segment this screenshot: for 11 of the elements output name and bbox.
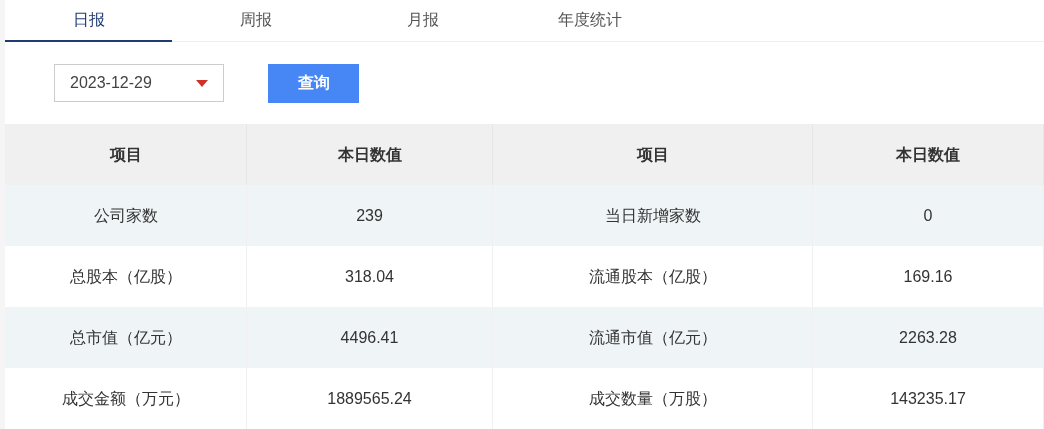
- report-tab[interactable]: 周报: [172, 0, 339, 42]
- table-cell: 143235.17: [813, 368, 1044, 429]
- table-cell: 成交数量（万股）: [493, 368, 813, 429]
- date-value: 2023-12-29: [70, 73, 152, 93]
- report-tab[interactable]: 日报: [5, 0, 172, 42]
- caret-icon: [196, 79, 208, 87]
- report-tab[interactable]: 年度统计: [506, 0, 673, 42]
- date-select[interactable]: 2023-12-29: [54, 64, 224, 102]
- table-cell: 成交金额（万元）: [5, 368, 247, 429]
- report-tab[interactable]: 月报: [339, 0, 506, 42]
- table-cell: 1889565.24: [247, 368, 493, 429]
